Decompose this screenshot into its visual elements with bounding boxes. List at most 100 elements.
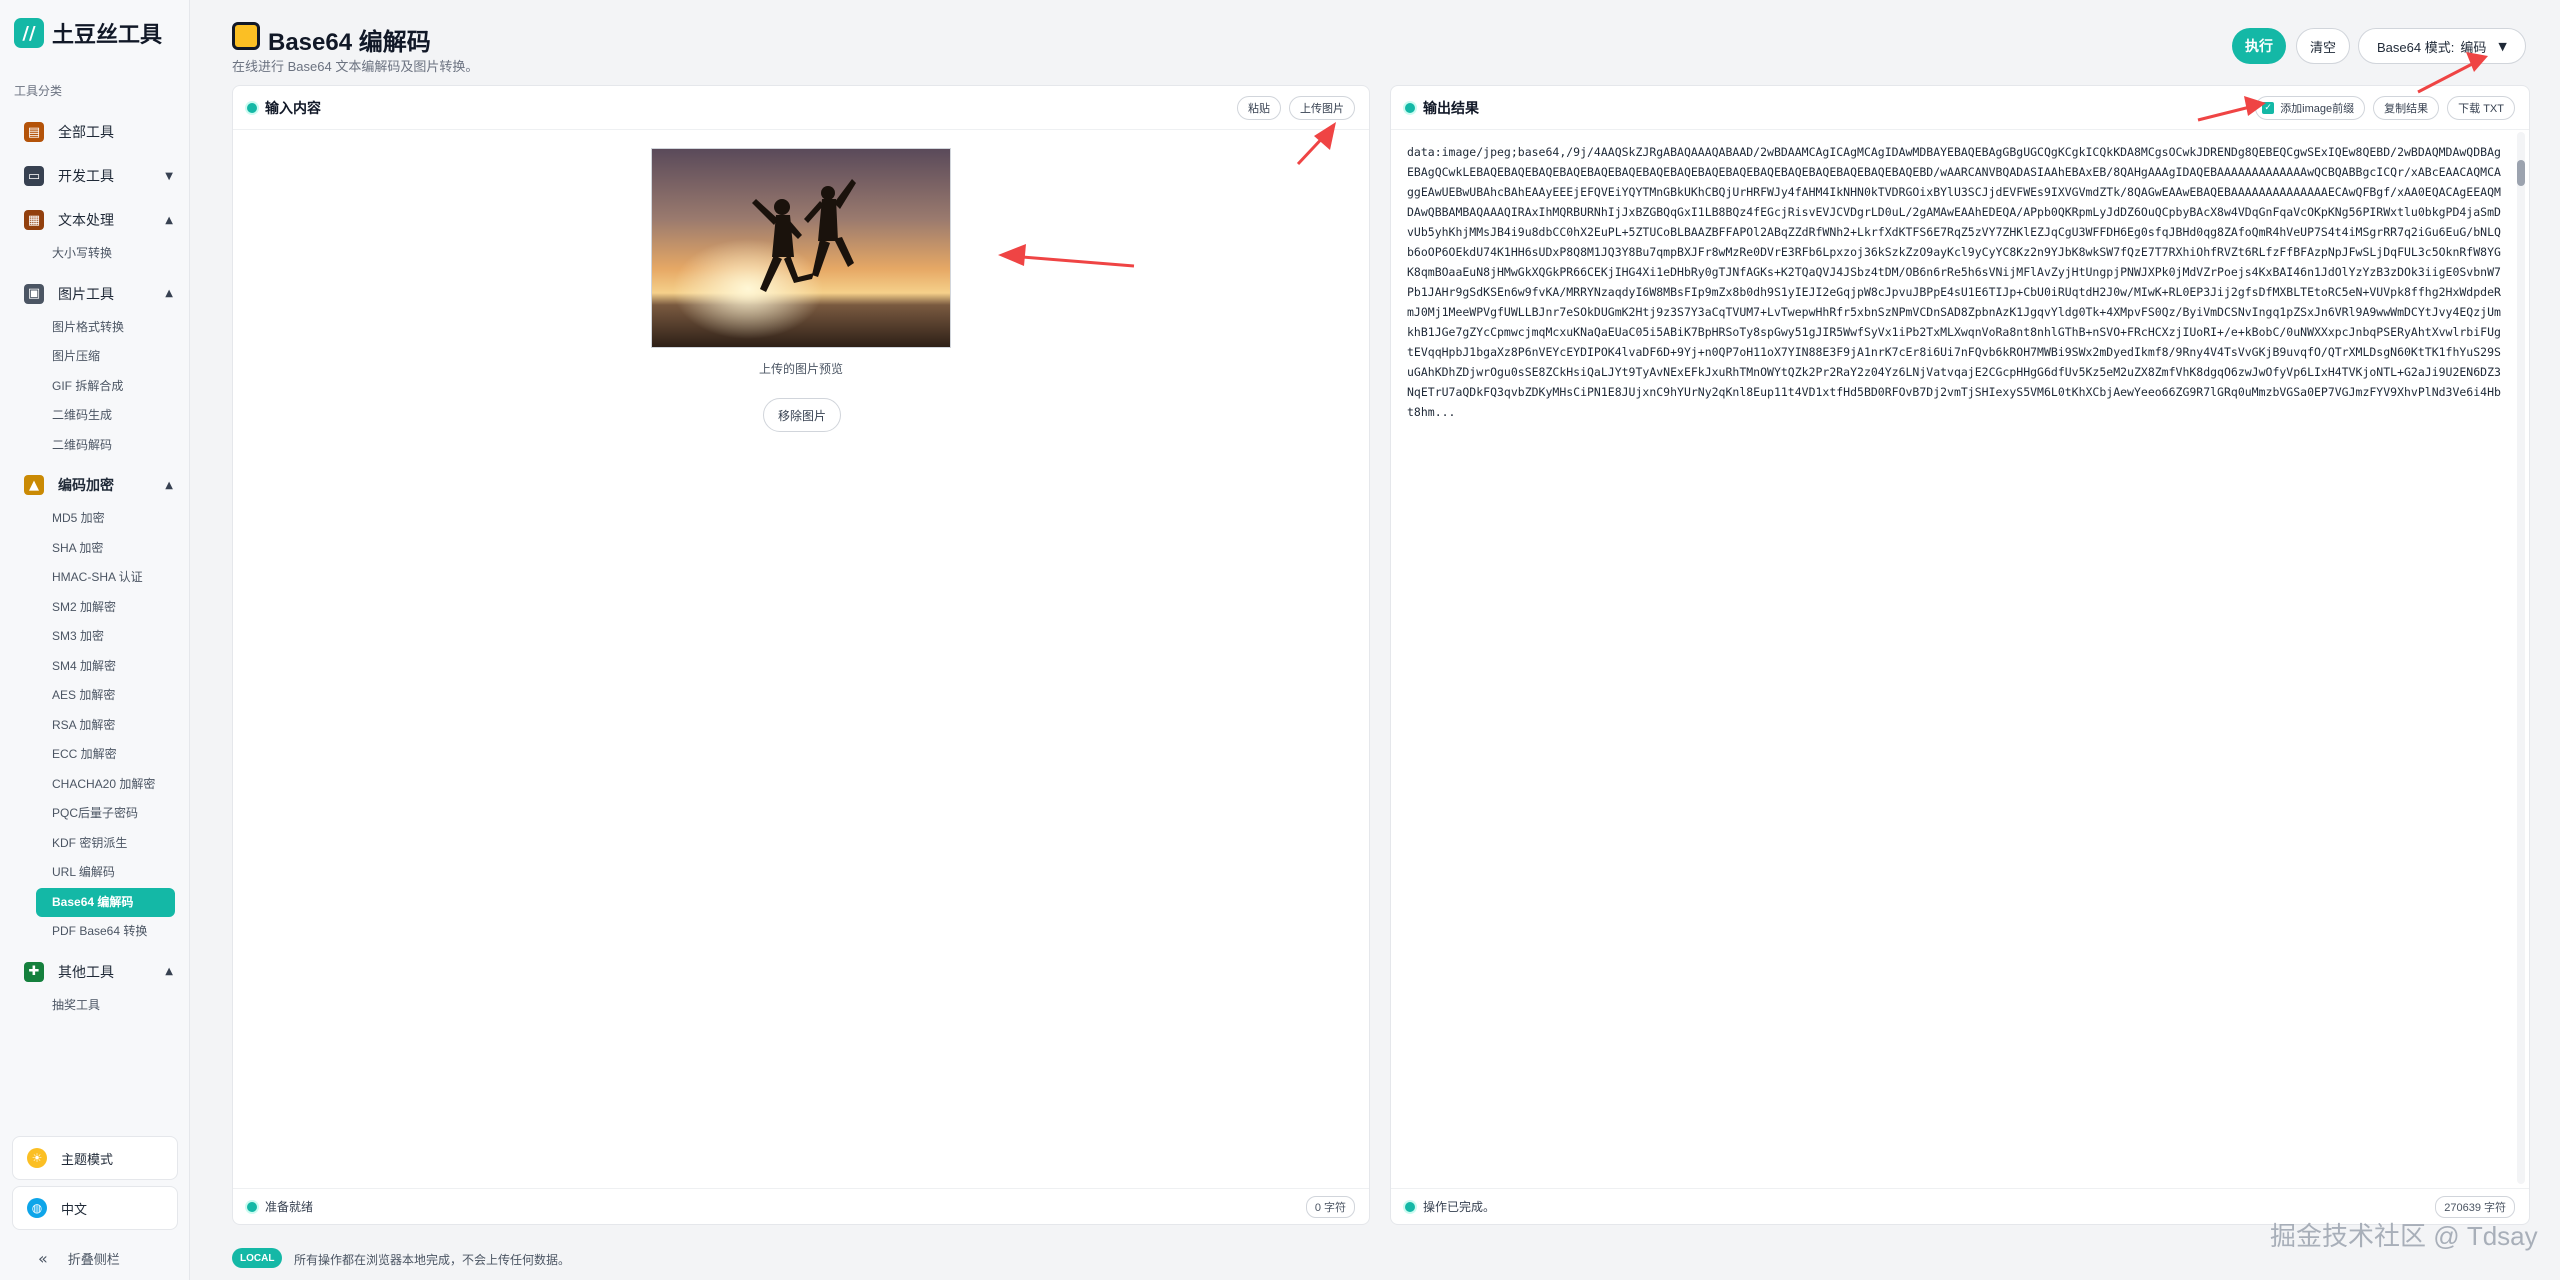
puzzle-icon: ✚ [24,961,44,982]
input-status: 准备就绪 [265,1200,314,1214]
sidebar-category-label: 图片工具 [58,285,114,302]
sidebar-subitem[interactable]: 抽奖工具 [0,991,189,1021]
add-image-prefix-checkbox[interactable]: ✓ 添加image前缀 [2255,95,2366,120]
sidebar-subitem[interactable]: GIF 拆解合成 [0,372,189,402]
sidebar-subitem[interactable]: SM3 加密 [0,622,189,652]
sidebar-subitem[interactable]: AES 加解密 [0,681,189,711]
sidebar-subitem[interactable]: PQC后量子密码 [0,799,189,829]
collapse-sidebar-button[interactable]: « 折叠侧栏 [0,1236,190,1280]
app-name: 土豆丝工具 [52,22,163,47]
mode-label: Base64 模式: [2377,39,2455,55]
double-chevron-left-icon: « [38,1248,48,1268]
paste-button[interactable]: 粘贴 [1237,95,1281,120]
language-label: 中文 [61,1201,88,1217]
watermark: 掘金技术社区 @ Tdsay [2270,1221,2538,1251]
sidebar-category-0[interactable]: ▤ 全部工具 [0,113,189,151]
input-panel-header: 输入内容 粘贴 上传图片 [233,86,1369,130]
input-panel-footer: 准备就绪 0 字符 [233,1188,1369,1224]
output-textarea[interactable]: data:image/jpeg;base64,/9j/4AAQSkZJRgABA… [1407,142,2507,1172]
sidebar-category-5[interactable]: ✚ 其他工具 ▲ [0,953,189,991]
sidebar-bottom: ☀ 主题模式 ◍ 中文 « 折叠侧栏 [0,1130,190,1280]
sidebar-category-1[interactable]: ▭ 开发工具 ▼ [0,157,189,195]
status-dot-icon [1405,102,1415,113]
status-dot-icon [247,102,257,113]
sidebar-subitem[interactable]: MD5 加密 [0,504,189,534]
local-badge: LOCAL [232,1248,283,1268]
chevron-up-icon: ▲ [165,479,173,491]
input-char-count: 0 字符 [1305,1195,1355,1218]
sidebar-category-label: 其他工具 [58,963,114,980]
scrollbar-thumb[interactable] [2517,160,2525,186]
logo-icon: // [14,18,44,48]
output-panel: 输出结果 ✓ 添加image前缀 复制结果 下载 TXT data:image/… [1390,85,2530,1225]
local-note: 所有操作都在浏览器本地完成，不会上传任何数据。 [294,1253,571,1267]
sidebar-nav: ▤ 全部工具 ▭ 开发工具 ▼ ▦ 文本处理 ▲ 大小写转换 ▣ 图片工具 ▲ 图片格式转换 图片压缩 GI… [0,113,189,1020]
base64-mode-select[interactable]: Base64 模式: 编码 ▼ [2358,28,2526,64]
globe-icon: ◍ [27,1198,47,1218]
base64-tool-icon [232,22,260,50]
output-panel-title: 输出结果 [1423,99,1479,116]
sidebar-subitem[interactable]: URL 编解码 [0,858,189,888]
status-dot-icon [1405,1201,1415,1212]
download-txt-button[interactable]: 下载 TXT [2447,95,2515,120]
page-subtitle: 在线进行 Base64 文本编解码及图片转换。 [232,59,479,74]
sidebar-subitem[interactable]: 二维码解码 [0,431,189,461]
sidebar-category-2[interactable]: ▦ 文本处理 ▲ [0,201,189,239]
upload-image-button[interactable]: 上传图片 [1289,95,1355,120]
chevron-down-icon: ▼ [165,170,173,182]
page-title: Base64 编解码 [268,29,431,56]
output-panel-header: 输出结果 ✓ 添加image前缀 复制结果 下载 TXT [1391,86,2529,130]
chevron-up-icon: ▲ [165,966,173,977]
image-preview-caption: 上传的图片预览 [758,362,843,376]
clear-button[interactable]: 清空 [2296,28,2350,64]
input-panel-actions: 粘贴 上传图片 [1229,95,1369,120]
sidebar-subitem[interactable]: ECC 加解密 [0,740,189,770]
checkmark-icon: ✓ [2262,101,2275,114]
caret-down-icon: ▼ [2498,39,2507,53]
theme-mode-button[interactable]: ☀ 主题模式 [12,1136,178,1180]
sidebar-subitem[interactable]: 图片格式转换 [0,313,189,343]
sidebar-category-label: 编码加密 [58,477,114,493]
sidebar-category-4[interactable]: ▲ 编码加密 ▲ [0,466,189,504]
sidebar-subitem[interactable]: 二维码生成 [0,401,189,431]
run-button[interactable]: 执行 [2232,28,2286,64]
sidebar-category-label: 全部工具 [58,124,114,140]
sidebar-category-label: 文本处理 [58,212,114,228]
sidebar-subitem[interactable]: KDF 密钥派生 [0,829,189,859]
sidebar-category-3[interactable]: ▣ 图片工具 ▲ [0,275,189,313]
output-char-count: 270639 字符 [2435,1195,2515,1218]
sidebar-subitem[interactable]: SM2 加解密 [0,593,189,623]
output-scrollbar[interactable] [2517,132,2525,1184]
mode-value: 编码 [2460,39,2487,55]
sidebar-subitem[interactable]: Base64 编解码 [36,887,175,917]
book-icon: ▤ [24,122,44,142]
copy-result-button[interactable]: 复制结果 [2373,95,2440,120]
sun-icon: ☀ [27,1148,47,1168]
status-dot-icon [247,1201,257,1212]
sidebar-subitem[interactable]: 图片压缩 [0,342,189,372]
add-image-prefix-label: 添加image前缀 [2280,102,2355,115]
lock-icon: ▲ [24,475,44,495]
sidebar-subitem[interactable]: CHACHA20 加解密 [0,770,189,800]
sidebar-subitem[interactable]: HMAC-SHA 认证 [0,563,189,593]
image-icon: ▣ [24,283,44,304]
sidebar-subitem[interactable]: PDF Base64 转换 [0,917,189,947]
output-panel-actions: ✓ 添加image前缀 复制结果 下载 TXT [2247,95,2529,120]
sidebar-subitem[interactable]: SHA 加密 [0,534,189,564]
sidebar-category-label: 开发工具 [58,168,114,184]
language-button[interactable]: ◍ 中文 [12,1186,178,1230]
chevron-up-icon: ▲ [165,214,173,226]
app-logo[interactable]: // 土豆丝工具 [0,0,189,66]
sunset-jump-photo [652,149,950,347]
output-status: 操作已完成。 [1423,1200,1496,1214]
collapse-sidebar-label: 折叠侧栏 [67,1251,120,1267]
sidebar: // 土豆丝工具 工具分类 ▤ 全部工具 ▭ 开发工具 ▼ ▦ 文本处理 ▲ 大小写转换 ▣ 图片工… [0,0,190,1280]
notebook-icon: ▦ [24,210,44,230]
remove-image-button[interactable]: 移除图片 [763,398,841,432]
uploaded-image-preview [651,148,951,348]
sidebar-subitem[interactable]: 大小写转换 [0,239,189,269]
theme-mode-label: 主题模式 [61,1151,114,1167]
input-panel: 输入内容 粘贴 上传图片 上传的图片预览 移除图片 准备就绪 0 字符 [232,85,1370,1225]
sidebar-subitem[interactable]: RSA 加解密 [0,711,189,741]
sidebar-subitem[interactable]: SM4 加解密 [0,652,189,682]
